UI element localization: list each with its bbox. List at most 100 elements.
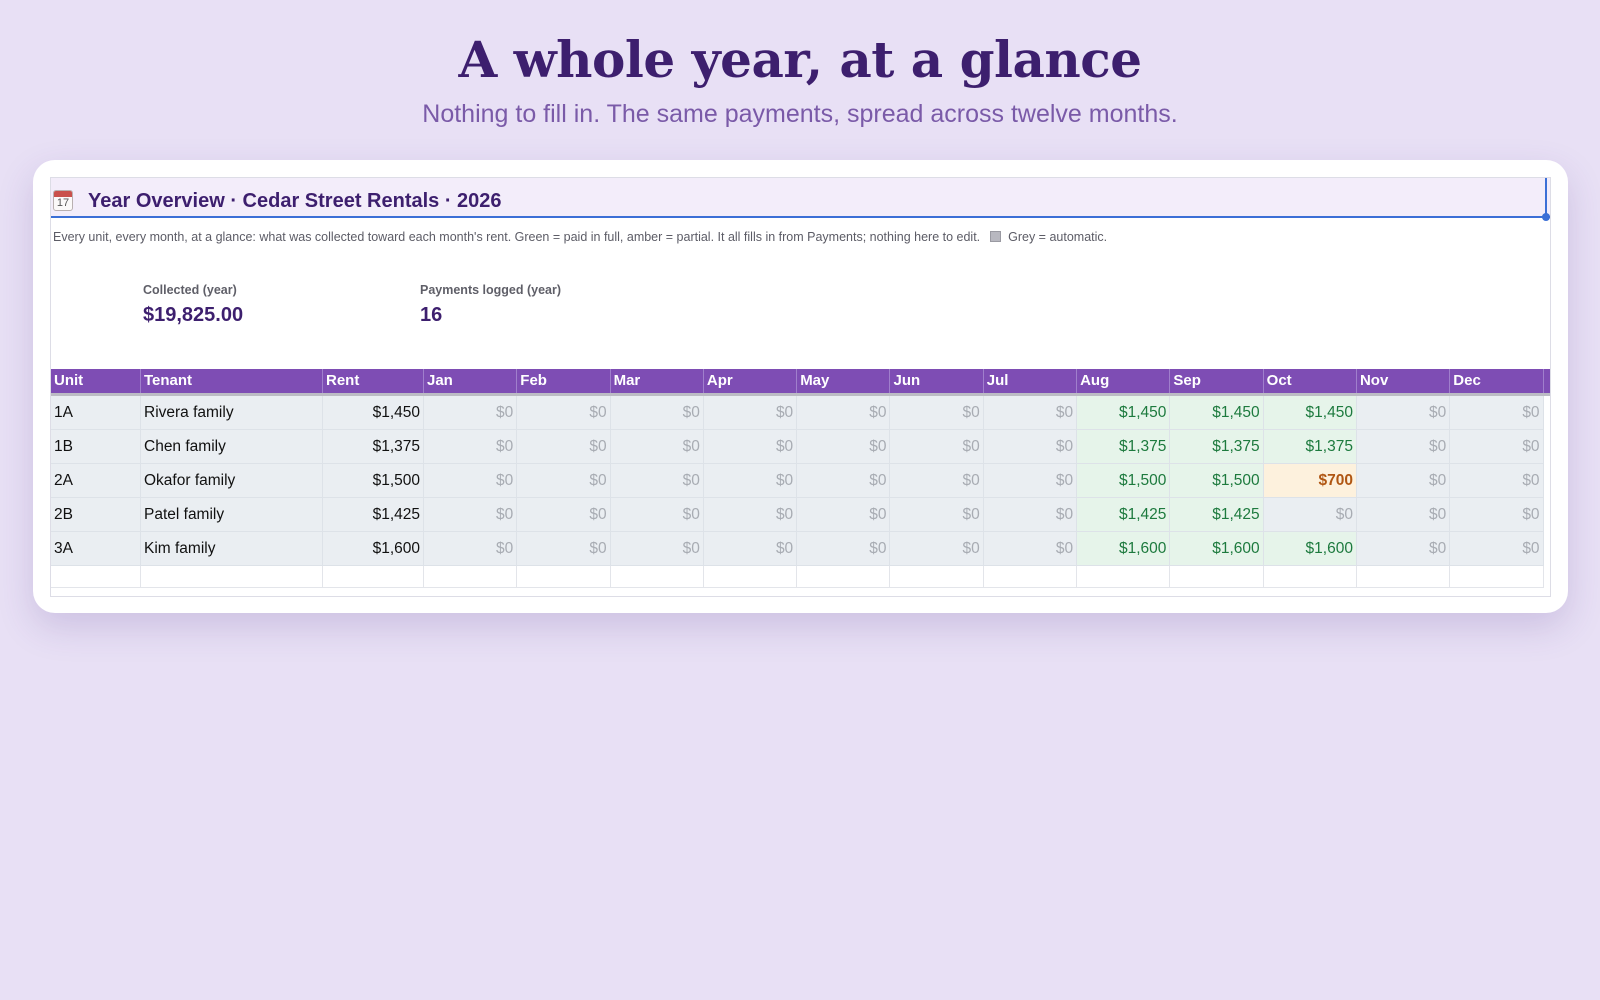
column-header-jul[interactable]: Jul	[984, 369, 1078, 393]
month-cell-mar[interactable]: $0	[610, 430, 704, 464]
month-cell-jun[interactable]: $0	[890, 430, 984, 464]
fill-handle[interactable]	[1542, 213, 1550, 221]
column-header-tenant[interactable]: Tenant	[141, 369, 323, 393]
empty-cell[interactable]	[703, 566, 798, 588]
month-cell-aug[interactable]: $1,500	[1077, 464, 1171, 498]
unit-cell[interactable]: 1A	[51, 396, 141, 430]
month-cell-may[interactable]: $0	[797, 498, 891, 532]
month-cell-feb[interactable]: $0	[517, 498, 611, 532]
empty-cell[interactable]	[1170, 566, 1264, 588]
column-header-feb[interactable]: Feb	[517, 369, 611, 393]
month-cell-apr[interactable]: $0	[703, 498, 798, 532]
rent-cell[interactable]: $1,375	[323, 430, 424, 464]
column-header-jan[interactable]: Jan	[424, 369, 518, 393]
month-cell-aug[interactable]: $1,600	[1077, 532, 1171, 566]
month-cell-feb[interactable]: $0	[517, 464, 611, 498]
column-header-may[interactable]: May	[797, 369, 891, 393]
month-cell-nov[interactable]: $0	[1356, 498, 1451, 532]
month-cell-jun[interactable]: $0	[890, 464, 984, 498]
month-cell-jan[interactable]: $0	[424, 430, 518, 464]
month-cell-jan[interactable]: $0	[424, 498, 518, 532]
column-header-jun[interactable]: Jun	[890, 369, 984, 393]
unit-cell[interactable]: 2A	[51, 464, 141, 498]
empty-cell[interactable]	[424, 566, 518, 588]
month-cell-apr[interactable]: $0	[703, 532, 798, 566]
month-cell-mar[interactable]: $0	[610, 498, 704, 532]
month-cell-may[interactable]: $0	[797, 532, 891, 566]
month-cell-sep[interactable]: $1,375	[1170, 430, 1264, 464]
column-header-nov[interactable]: Nov	[1357, 369, 1451, 393]
column-header-aug[interactable]: Aug	[1077, 369, 1171, 393]
month-cell-jan[interactable]: $0	[424, 532, 518, 566]
empty-cell[interactable]	[1077, 566, 1171, 588]
tenant-cell[interactable]: Chen family	[141, 430, 323, 464]
empty-cell[interactable]	[610, 566, 704, 588]
month-cell-apr[interactable]: $0	[703, 464, 798, 498]
column-header-mar[interactable]: Mar	[611, 369, 704, 393]
tenant-cell[interactable]: Rivera family	[141, 396, 323, 430]
empty-cell[interactable]	[1450, 566, 1544, 588]
month-cell-oct[interactable]: $1,450	[1263, 396, 1357, 430]
month-cell-jan[interactable]: $0	[424, 464, 518, 498]
month-cell-feb[interactable]: $0	[517, 396, 611, 430]
month-cell-jul[interactable]: $0	[983, 464, 1078, 498]
column-header-unit[interactable]: Unit	[51, 369, 141, 393]
month-cell-dec[interactable]: $0	[1450, 498, 1544, 532]
month-cell-oct[interactable]: $700	[1263, 464, 1357, 498]
month-cell-sep[interactable]: $1,500	[1170, 464, 1264, 498]
rent-cell[interactable]: $1,450	[323, 396, 424, 430]
month-cell-may[interactable]: $0	[797, 396, 891, 430]
month-cell-apr[interactable]: $0	[703, 396, 798, 430]
month-cell-may[interactable]: $0	[797, 430, 891, 464]
month-cell-sep[interactable]: $1,450	[1170, 396, 1264, 430]
month-cell-jul[interactable]: $0	[983, 498, 1078, 532]
month-cell-jul[interactable]: $0	[983, 396, 1078, 430]
rent-cell[interactable]: $1,500	[323, 464, 424, 498]
month-cell-sep[interactable]: $1,425	[1170, 498, 1264, 532]
month-cell-nov[interactable]: $0	[1356, 430, 1451, 464]
month-cell-jan[interactable]: $0	[424, 396, 518, 430]
month-cell-sep[interactable]: $1,600	[1170, 532, 1264, 566]
month-cell-aug[interactable]: $1,450	[1077, 396, 1171, 430]
empty-cell[interactable]	[141, 566, 323, 588]
empty-cell[interactable]	[1356, 566, 1451, 588]
unit-cell[interactable]: 2B	[51, 498, 141, 532]
month-cell-aug[interactable]: $1,375	[1077, 430, 1171, 464]
month-cell-mar[interactable]: $0	[610, 396, 704, 430]
tenant-cell[interactable]: Okafor family	[141, 464, 323, 498]
month-cell-dec[interactable]: $0	[1450, 532, 1544, 566]
month-cell-mar[interactable]: $0	[610, 464, 704, 498]
month-cell-jun[interactable]: $0	[890, 396, 984, 430]
column-header-oct[interactable]: Oct	[1264, 369, 1357, 393]
month-cell-oct[interactable]: $1,600	[1263, 532, 1357, 566]
month-cell-mar[interactable]: $0	[610, 532, 704, 566]
month-cell-oct[interactable]: $1,375	[1263, 430, 1357, 464]
empty-cell[interactable]	[517, 566, 611, 588]
column-header-dec[interactable]: Dec	[1450, 369, 1544, 393]
empty-cell[interactable]	[983, 566, 1078, 588]
month-cell-jul[interactable]: $0	[983, 532, 1078, 566]
sheet-title-bar[interactable]: 17 Year Overview · Cedar Street Rentals …	[51, 178, 1550, 221]
month-cell-may[interactable]: $0	[797, 464, 891, 498]
empty-cell[interactable]	[51, 566, 141, 588]
empty-cell[interactable]	[323, 566, 424, 588]
unit-cell[interactable]: 1B	[51, 430, 141, 464]
month-cell-oct[interactable]: $0	[1263, 498, 1357, 532]
rent-cell[interactable]: $1,425	[323, 498, 424, 532]
column-header-sep[interactable]: Sep	[1170, 369, 1264, 393]
month-cell-nov[interactable]: $0	[1356, 532, 1451, 566]
tenant-cell[interactable]: Patel family	[141, 498, 323, 532]
unit-cell[interactable]: 3A	[51, 532, 141, 566]
month-cell-dec[interactable]: $0	[1450, 430, 1544, 464]
month-cell-jun[interactable]: $0	[890, 532, 984, 566]
month-cell-apr[interactable]: $0	[703, 430, 798, 464]
column-header-apr[interactable]: Apr	[704, 369, 798, 393]
month-cell-aug[interactable]: $1,425	[1077, 498, 1171, 532]
month-cell-jun[interactable]: $0	[890, 498, 984, 532]
month-cell-nov[interactable]: $0	[1356, 396, 1451, 430]
rent-cell[interactable]: $1,600	[323, 532, 424, 566]
tenant-cell[interactable]: Kim family	[141, 532, 323, 566]
empty-cell[interactable]	[1263, 566, 1357, 588]
month-cell-feb[interactable]: $0	[517, 430, 611, 464]
month-cell-jul[interactable]: $0	[983, 430, 1078, 464]
